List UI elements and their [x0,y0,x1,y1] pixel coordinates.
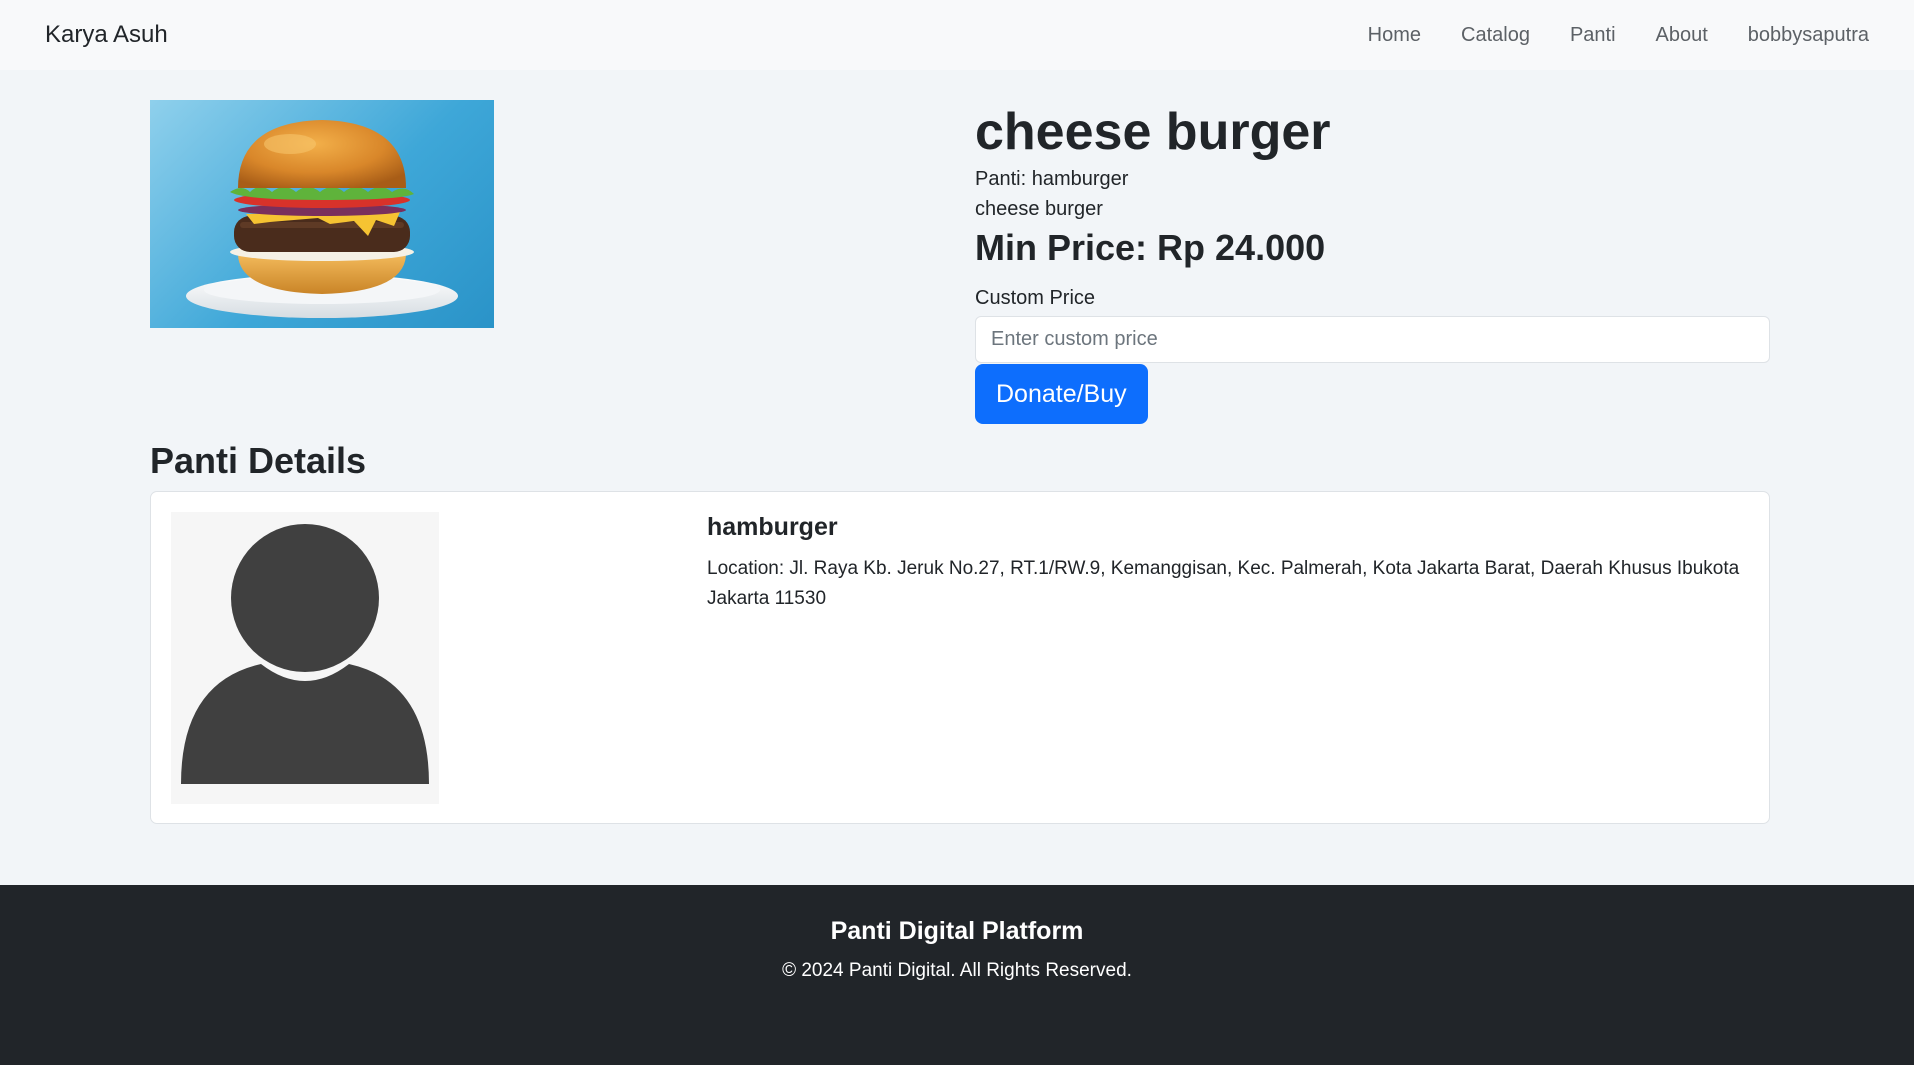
custom-price-input[interactable] [975,316,1770,363]
navbar: Karya Asuh Home Catalog Panti About bobb… [0,0,1914,70]
brand-link[interactable]: Karya Asuh [45,21,168,49]
avatar [171,512,439,804]
nav-link-catalog[interactable]: Catalog [1461,24,1530,47]
product-title: cheese burger [975,103,1331,161]
burger-illustration [186,120,458,318]
panti-name: hamburger [707,513,838,541]
nav-link-about[interactable]: About [1656,24,1708,47]
panti-details-card: hamburger Location: Jl. Raya Kb. Jeruk N… [150,491,1770,824]
nav-link-user[interactable]: bobbysaputra [1748,24,1869,47]
panti-location: Location: Jl. Raya Kb. Jeruk No.27, RT.1… [707,558,1740,609]
footer-title: Panti Digital Platform [830,917,1084,945]
footer-copyright: © 2024 Panti Digital. All Rights Reserve… [782,960,1132,981]
user-placeholder-icon [181,524,429,784]
panti-details-title: Panti Details [150,440,367,481]
footer: Panti Digital Platform © 2024 Panti Digi… [0,885,1914,1065]
min-price: Min Price: Rp 24.000 [975,227,1326,268]
custom-price-label: Custom Price [975,287,1096,309]
nav-link-home[interactable]: Home [1368,24,1421,47]
panti-details-text: hamburger Location: Jl. Raya Kb. Jeruk N… [707,510,1752,614]
product-panti: Panti: hamburger [975,168,1129,190]
nav-links: Home Catalog Panti About bobbysaputra [1368,24,1869,47]
donate-buy-button[interactable]: Donate/Buy [975,364,1148,424]
nav-link-panti[interactable]: Panti [1570,24,1616,47]
product-info: cheese burger Panti: hamburger cheese bu… [975,100,1770,424]
product-image [150,100,494,328]
product-description: cheese burger [975,198,1103,220]
